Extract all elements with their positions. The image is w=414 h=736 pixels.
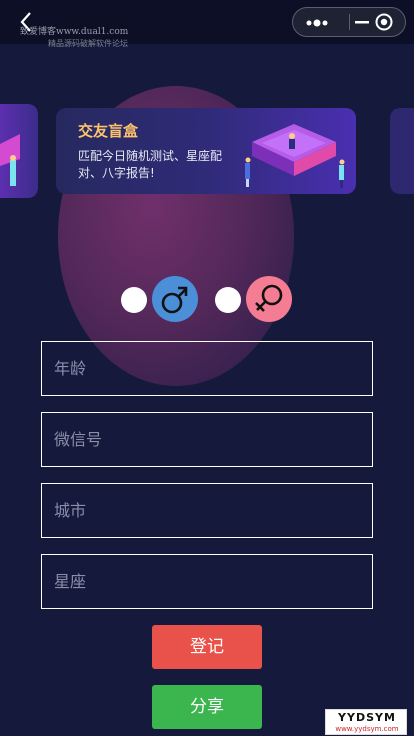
page: 致爱博客www.dual1.com 精品源码破解软件论坛 交友盲盒 匹配今日随机… [0,0,414,736]
age-field[interactable] [41,341,373,396]
banner-description: 匹配今日随机测试、星座配对、八字报告! [78,149,223,180]
radio-female[interactable] [215,287,241,313]
site-badge: YYDSYM www.yydsym.com [325,709,407,735]
wechat-field[interactable] [41,412,373,467]
age-input[interactable] [42,342,372,395]
more-dots-icon [306,19,328,27]
watermark-line-2: 精品源码破解软件论坛 [48,39,128,48]
share-button[interactable]: 分享 [152,685,262,729]
isometric-illustration-partial [0,134,20,186]
banner-next-slide[interactable] [390,108,414,194]
top-bar: 致爱博客www.dual1.com 精品源码破解软件论坛 [0,0,414,48]
register-button[interactable]: 登记 [152,625,262,669]
constellation-field[interactable] [41,554,373,609]
watermark: 致爱博客www.dual1.com 精品源码破解软件论坛 [20,26,128,50]
close-button[interactable] [375,13,393,31]
badge-title: YYDSYM [338,711,396,724]
city-input[interactable] [42,484,372,537]
banner-card[interactable]: 交友盲盒 匹配今日随机测试、星座配对、八字报告! [56,108,356,194]
banner-prev-slide[interactable] [0,104,38,198]
badge-url: www.yydsym.com [335,725,399,733]
female-option[interactable] [246,276,292,322]
banner-title: 交友盲盒 [78,122,139,140]
male-symbol-icon [161,286,188,314]
constellation-input[interactable] [42,555,372,608]
more-button[interactable] [303,15,335,29]
gender-selector [0,276,414,324]
wechat-input[interactable] [42,413,372,466]
capsule-divider [349,14,350,30]
isometric-platform-illustration [245,124,345,188]
mini-program-capsule [292,7,406,37]
female-symbol-icon [255,284,283,312]
radio-male[interactable] [121,287,147,313]
watermark-line-1: 致爱博客www.dual1.com [20,27,129,37]
male-option[interactable] [152,276,198,322]
city-field[interactable] [41,483,373,538]
target-close-icon [375,13,393,31]
